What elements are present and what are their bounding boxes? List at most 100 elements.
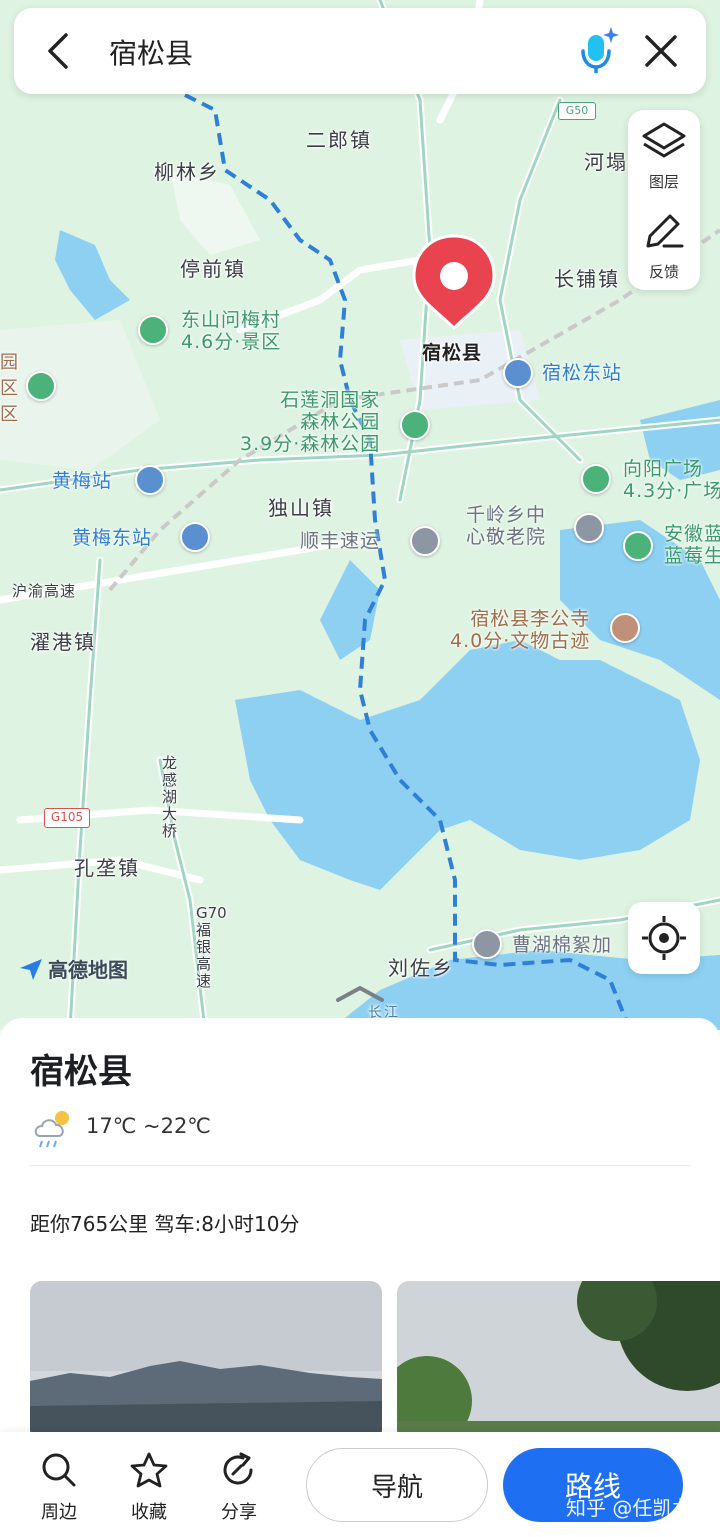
temple-poi-icon[interactable] [610,613,640,643]
factory-poi-icon[interactable] [472,929,502,959]
poi-ligong[interactable]: 宿松县李公寺 4.0分·文物古迹 [450,608,590,652]
poi-shilian-name2: 森林公园 [300,411,381,433]
road-name-g70: G70福银高速 [196,904,227,990]
poi-anhui-name2: 蓝莓生 [664,545,720,567]
poi-huangmei[interactable]: 黄梅站 [52,470,112,492]
search-bar[interactable]: 宿松县 [14,8,706,94]
poi-anhui[interactable]: 安徽蓝 蓝莓生 [664,523,720,567]
poi-qianling-name2: 心敬老院 [466,526,547,548]
back-arrow-icon [48,33,68,69]
town-label-dushan: 独山镇 [268,496,334,520]
trees-photo [397,1281,720,1441]
edge-label-b: 区 [0,378,20,399]
poi-caohu[interactable]: 曹湖棉絮加 [512,934,612,956]
weather-icon [30,1104,78,1152]
search-input[interactable]: 宿松县 [109,32,193,72]
poi-xiangyang[interactable]: 向阳广场 4.3分·广场 [623,458,720,502]
poi-ligong-sub: 4.0分·文物古迹 [450,630,591,652]
forest-park-icon[interactable] [400,410,430,440]
road-badge-g105: G105 [44,808,90,828]
favorite-button[interactable]: 收藏 [114,1450,184,1524]
town-label-changpu: 长铺镇 [554,267,620,291]
close-icon [645,35,677,67]
clear-search-button[interactable] [636,26,686,76]
road-name-huyu: 沪渝高速 [12,582,77,600]
microphone-icon [581,27,619,73]
chevron-up-icon [336,986,384,1002]
town-label-erlang: 二郎镇 [306,128,372,152]
weather-temperature: 17℃ ~22℃ [86,1114,211,1138]
poi-shilian-name1: 石莲洞国家 [280,389,381,411]
layers-label: 图层 [648,173,679,191]
map-tools-panel: 图层 反馈 [628,110,700,290]
plaza-poi-icon[interactable] [581,464,611,494]
poi-xiangyang-name: 向阳广场 [623,458,704,480]
distance-info: 距你765公里 驾车:8小时10分 [30,1212,300,1236]
poi-dongshan-name: 东山问梅村 [181,309,282,331]
town-label-liulin: 柳林乡 [154,160,220,184]
nursing-home-icon[interactable] [574,513,604,543]
station-icon-huangmei[interactable] [135,465,165,495]
poi-susong-east[interactable]: 宿松东站 [542,362,622,384]
amap-logo-icon [20,958,42,980]
voice-search-button[interactable] [572,22,622,80]
poi-dongshan-sub: 4.6分·景区 [181,331,282,353]
road-badge-g50: G50 [558,102,596,120]
farm-poi-icon[interactable] [623,531,653,561]
back-button[interactable] [34,26,84,76]
locate-me-button[interactable] [628,902,700,974]
poi-anhui-name1: 安徽蓝 [664,523,720,545]
watermark: 知乎 @任凯龙 [566,1496,693,1520]
town-label-tingqian: 停前镇 [180,257,246,281]
place-photo-1[interactable] [30,1281,382,1441]
station-icon-susong-east[interactable] [503,358,533,388]
divider [30,1165,690,1166]
share-button[interactable]: 分享 [204,1450,274,1524]
poi-ligong-name: 宿松县李公寺 [470,608,591,630]
town-label-zhuogang: 濯港镇 [30,630,96,654]
poi-huangmei-east[interactable]: 黄梅东站 [72,527,152,549]
bottom-action-bar: 周边 收藏 分享 导航 路线 [0,1432,720,1537]
star-icon [130,1452,168,1488]
nearby-button[interactable]: 周边 [24,1450,94,1524]
mountain-photo [30,1281,382,1441]
map-pin-icon [412,234,496,331]
poi-qianling-name1: 千岭乡中 [466,504,547,526]
layers-icon [642,122,686,158]
pin-label: 宿松县 [422,342,483,364]
favorite-label: 收藏 [131,1502,167,1523]
poi-shilian[interactable]: 石莲洞国家 森林公园 3.9分·森林公园 [240,389,380,455]
poi-qianling[interactable]: 千岭乡中 心敬老院 [466,504,546,548]
town-label-liuzuo: 刘佐乡 [388,956,454,980]
location-pin[interactable] [410,232,498,332]
search-icon [42,1453,76,1487]
road-name-longganhu: 龙感湖大桥 [162,754,178,840]
poi-shunfeng[interactable]: 顺丰速运 [300,530,380,552]
courier-poi-icon[interactable] [410,526,440,556]
sheet-drag-handle[interactable] [334,984,386,1004]
feedback-label: 反馈 [648,263,679,281]
place-title: 宿松县 [30,1052,132,1092]
amap-logo: 高德地图 [18,954,128,983]
poi-shilian-sub: 3.9分·森林公园 [240,433,381,455]
edge-label-a: 园 [0,352,20,373]
town-label-kongleng: 孔垄镇 [74,856,140,880]
map-view[interactable]: G50 G105 沪渝高速 龙感湖大桥 G70福银高速 长江 二郎镇 柳林乡 河… [0,0,720,1030]
amap-logo-text: 高德地图 [48,958,128,982]
place-photo-2[interactable] [397,1281,720,1441]
crosshair-icon [642,916,686,960]
edit-pen-icon [646,214,684,248]
station-icon-huangmei-east[interactable] [180,522,210,552]
share-label: 分享 [221,1502,257,1523]
poi-xiangyang-sub: 4.3分·广场 [623,480,720,502]
nearby-label: 周边 [41,1502,77,1523]
scenic-poi-icon[interactable] [138,315,168,345]
poi-dongshan[interactable]: 东山问梅村 4.6分·景区 [181,309,281,353]
park-poi-icon[interactable] [26,371,56,401]
share-icon [223,1452,253,1485]
town-label-hechang: 河塌 [584,150,628,174]
navigate-button[interactable]: 导航 [306,1448,488,1522]
feedback-button[interactable]: 反馈 [628,200,700,290]
layers-button[interactable]: 图层 [628,110,700,200]
edge-label-c: 区 [0,404,20,425]
